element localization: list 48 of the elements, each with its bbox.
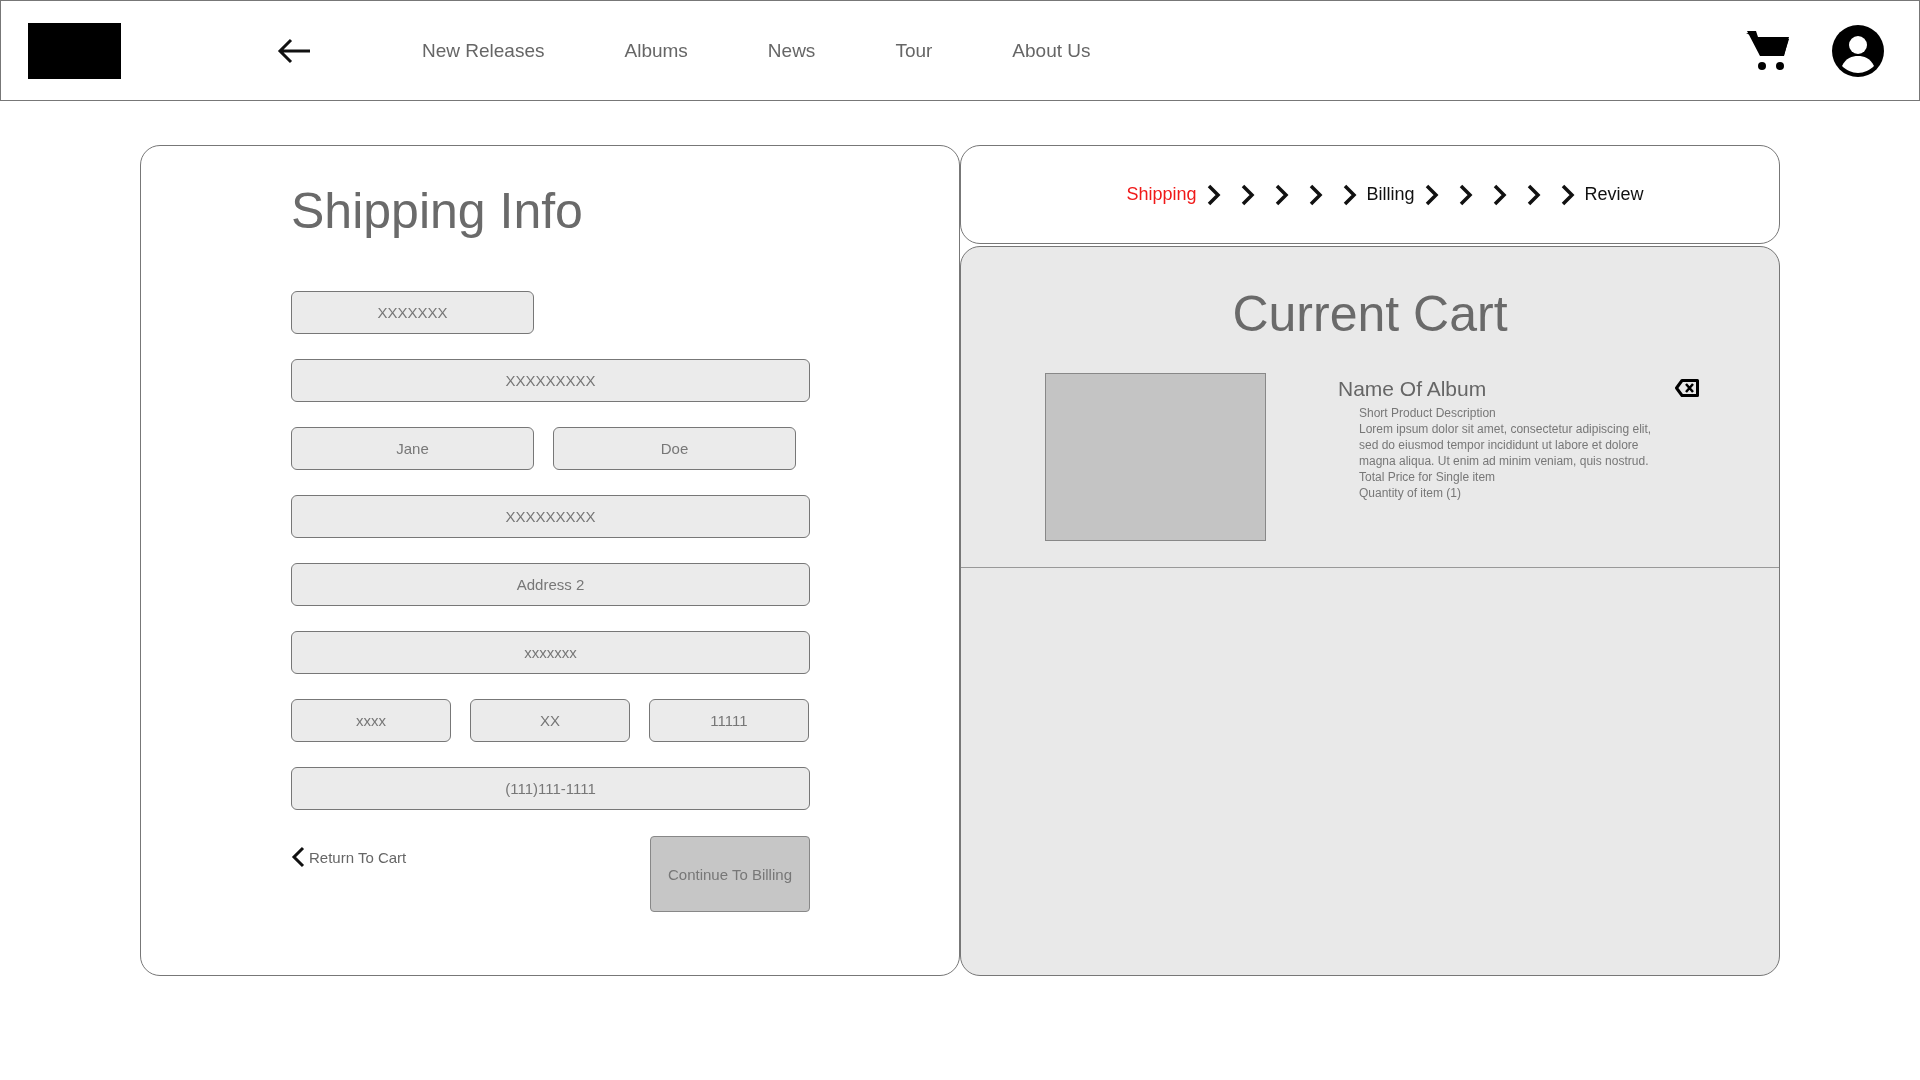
back-button[interactable] xyxy=(276,36,312,65)
step-link[interactable]: Billing xyxy=(1366,184,1415,205)
input-field[interactable]: xxxxxxx xyxy=(291,631,810,674)
chevron-right-icon xyxy=(1206,183,1221,206)
input-field[interactable]: (111)111-1111 xyxy=(291,767,810,810)
chevron-left-icon xyxy=(291,846,305,868)
album-name: Name Of Album xyxy=(1338,377,1488,401)
item-detail: magna aliqua. Ut enim ad minim veniam, quis nostrud. xyxy=(1359,453,1650,469)
step-link[interactable]: Shipping xyxy=(1126,184,1197,205)
item-detail: sed do eiusmod tempor incididunt ut labore et dolore xyxy=(1359,437,1640,453)
input-field[interactable]: XXXXXXX xyxy=(291,291,534,334)
item-detail: Short Product Description xyxy=(1359,405,1497,421)
cart-icon xyxy=(1746,29,1790,72)
input-field[interactable]: XXXXXXXXX xyxy=(291,359,810,402)
chevron-right-icon xyxy=(1308,183,1323,206)
remove-button[interactable] xyxy=(1675,379,1699,397)
account-button[interactable] xyxy=(1832,24,1884,77)
input-field[interactable]: XXXXXXXXX xyxy=(291,495,810,538)
backspace-icon xyxy=(1675,379,1699,397)
user-icon xyxy=(1832,24,1884,77)
chevron-right-icon xyxy=(1560,183,1575,206)
chevron-right-icon xyxy=(1458,183,1473,206)
nav-link[interactable]: New Releases xyxy=(422,39,545,62)
input-field[interactable]: xxxx xyxy=(291,699,451,742)
chevron-right-icon xyxy=(1492,183,1507,206)
shipping-title: Shipping Info xyxy=(291,182,584,240)
input-field[interactable]: 11111 xyxy=(649,699,809,742)
chevron-right-icon xyxy=(1526,183,1541,206)
chevron-right-icon xyxy=(1240,183,1255,206)
nav-link[interactable]: About Us xyxy=(1012,39,1091,62)
nav-link[interactable]: News xyxy=(767,39,816,62)
step-link[interactable]: Review xyxy=(1584,184,1644,205)
back-arrow-icon xyxy=(276,36,312,65)
input-field[interactable]: XX xyxy=(470,699,630,742)
chevron-right-icon xyxy=(1274,183,1289,206)
chevron-right-icon xyxy=(1342,183,1357,206)
input-field[interactable]: Doe xyxy=(553,427,796,470)
item-detail: Quantity of item (1) xyxy=(1359,485,1463,501)
cart-button[interactable] xyxy=(1746,29,1790,72)
chevron-right-icon xyxy=(1424,183,1439,206)
input-field[interactable]: Jane xyxy=(291,427,534,470)
nav-link[interactable]: Albums xyxy=(624,39,688,62)
cart-title: Current Cart xyxy=(1231,285,1509,343)
nav-link[interactable]: Tour xyxy=(895,39,933,62)
item-detail: Total Price for Single item xyxy=(1359,469,1497,485)
return-link[interactable]: Return To Cart xyxy=(291,844,407,870)
item-detail: Lorem ipsum dolor sit amet, consectetur adipiscing elit, xyxy=(1359,421,1652,437)
input-field[interactable]: Address 2 xyxy=(291,563,810,606)
